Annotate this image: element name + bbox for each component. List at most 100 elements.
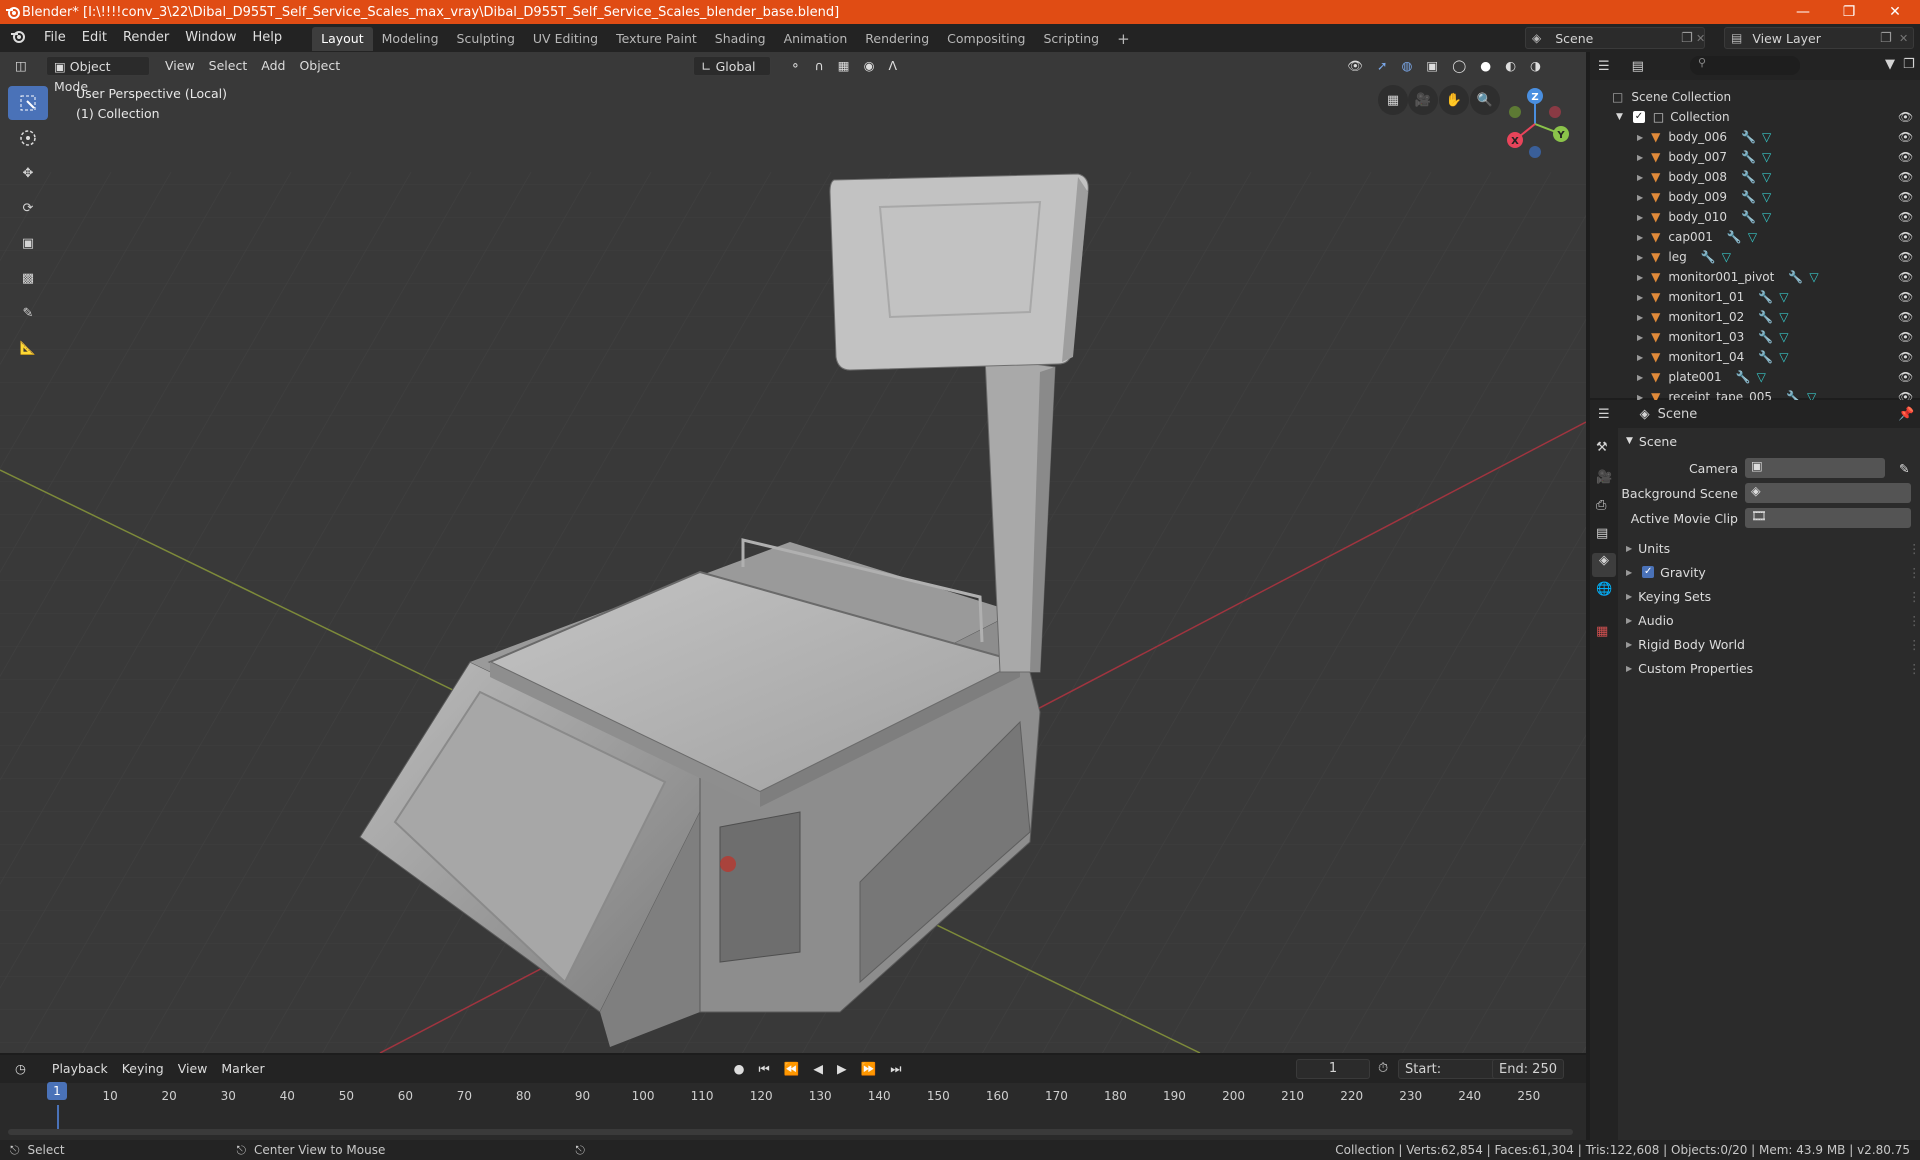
new-scene-icon[interactable]: ❐ [1681,31,1693,46]
mode-dropdown[interactable]: ▣ Object Mode [46,56,150,94]
menu-edit[interactable]: Edit [74,24,115,52]
gravity-checkbox[interactable]: ✓ [1642,566,1655,578]
delete-scene-icon[interactable]: ✕ [1696,32,1705,45]
wireframe-shading-icon[interactable]: ◯ [1445,56,1473,76]
material-shading-icon[interactable]: ◐ [1498,56,1523,76]
expand-icon[interactable]: ▶ [1637,193,1643,202]
background-scene-field[interactable]: ◈ [1745,483,1911,503]
current-frame-field[interactable]: 1 [1296,1059,1370,1079]
outliner-object-row[interactable]: ▶ ▼ body_006 🔧 ▽ 👁 [1590,127,1920,147]
expand-icon[interactable]: ▶ [1637,333,1643,342]
modifier-icon[interactable]: 🔧 [1758,350,1773,364]
tab-scripting[interactable]: Scripting [1035,27,1109,51]
play-reverse-icon[interactable]: ◀ [806,1059,830,1079]
mesh-data-icon[interactable]: ▽ [1762,170,1771,184]
pivot-point-icon[interactable]: ⚬ [783,56,807,76]
eye-icon[interactable]: 👁 [1898,350,1913,364]
mesh-data-icon[interactable]: ▽ [1762,150,1771,164]
delete-view-layer-icon[interactable]: ✕ [1899,32,1908,45]
timeline-menu-playback[interactable]: Playback [45,1059,115,1079]
pan-view-icon[interactable]: ✋ [1439,85,1469,115]
expand-icon[interactable]: ▶ [1637,313,1643,322]
expand-icon[interactable]: ▶ [1637,133,1643,142]
expand-icon[interactable]: ▶ [1637,153,1643,162]
overlay-toggle-icon[interactable]: ◍ [1394,56,1419,76]
solid-shading-icon[interactable]: ● [1473,56,1498,76]
eye-icon[interactable]: 👁 [1898,370,1913,384]
outliner-object-row[interactable]: ▶ ▼ monitor1_03 🔧 ▽ 👁 [1590,327,1920,347]
falloff-icon[interactable]: Λ [882,56,905,76]
outliner-object-row[interactable]: ▶ ▼ cap001 🔧 ▽ 👁 [1590,227,1920,247]
outliner-object-row[interactable]: ▶ ▼ monitor1_04 🔧 ▽ 👁 [1590,347,1920,367]
close-window-button[interactable]: ✕ [1872,0,1918,24]
outliner-object-row[interactable]: ▶ ▼ monitor1_02 🔧 ▽ 👁 [1590,307,1920,327]
world-tab-icon[interactable]: 🌐 [1596,582,1612,597]
viewport-menu-object[interactable]: Object [292,56,347,76]
timeline-menu-keying[interactable]: Keying [115,1059,171,1079]
tab-uv-editing[interactable]: UV Editing [524,27,607,51]
measure-tool-icon[interactable]: 📐 [8,331,48,365]
camera-view-icon[interactable]: 🎥 [1408,85,1438,115]
grid-view-icon[interactable]: ▦ [1378,85,1408,115]
viewport-menu-view[interactable]: View [158,56,202,76]
scale-tool-icon[interactable]: ▣ [8,226,48,260]
drag-handle-icon[interactable]: ⋮ [1908,637,1920,652]
annotate-tool-icon[interactable]: ✎ [8,296,48,330]
menu-help[interactable]: Help [245,24,291,52]
tool-tab-icon[interactable]: ⚒ [1596,440,1608,455]
view-layer-selector[interactable]: ▤ View Layer ❐ ✕ [1724,27,1914,49]
output-tab-icon[interactable]: ⎙ [1596,498,1606,513]
panel-units[interactable]: ▶ Units ⋮ [1618,536,1920,560]
expand-icon[interactable]: ▶ [1637,213,1643,222]
panel-audio[interactable]: ▶ Audio ⋮ [1618,608,1920,632]
xray-icon[interactable]: ▣ [1419,56,1445,76]
eyedropper-icon[interactable]: ✎ [1899,461,1909,476]
expand-icon[interactable]: ▶ [1637,293,1643,302]
editor-type-icon[interactable]: ◫ [8,56,36,76]
render-tab-icon[interactable]: 🎥 [1596,470,1612,485]
gizmo-toggle-icon[interactable]: ➚ [1370,56,1394,76]
mesh-data-icon[interactable]: ▽ [1779,330,1788,344]
timeline-menu-view[interactable]: View [171,1059,215,1079]
modifier-icon[interactable]: 🔧 [1741,170,1756,184]
filter-icon[interactable]: ▼ [1885,57,1895,72]
tab-shading[interactable]: Shading [706,27,775,51]
blender-menu-icon[interactable] [10,28,25,48]
mesh-data-icon[interactable]: ▽ [1779,310,1788,324]
stopwatch-icon[interactable]: ⏱ [1378,1061,1388,1076]
view-layer-tab-icon[interactable]: ▤ [1596,526,1608,541]
eye-icon[interactable]: 👁 [1898,150,1913,164]
visibility-icon[interactable]: 👁 [1340,56,1370,76]
rotate-tool-icon[interactable]: ⟳ [8,191,48,225]
tab-compositing[interactable]: Compositing [938,27,1034,51]
proportional-edit-icon[interactable]: ◉ [857,56,882,76]
prev-keyframe-icon[interactable]: ⏪ [777,1059,807,1079]
eye-icon[interactable]: 👁 [1898,250,1913,264]
expand-icon[interactable]: ▶ [1637,233,1643,242]
eye-icon[interactable]: 👁 [1898,310,1913,324]
modifier-icon[interactable]: 🔧 [1701,250,1716,264]
outliner-object-row[interactable]: ▶ ▼ body_008 🔧 ▽ 👁 [1590,167,1920,187]
menu-file[interactable]: File [36,24,74,52]
active-movie-clip-field[interactable]: 🎞 [1745,508,1911,528]
outliner-object-row[interactable]: ▶ ▼ body_010 🔧 ▽ 👁 [1590,207,1920,227]
scene-selector[interactable]: ◈ Scene ❐ ✕ [1525,27,1705,49]
expand-icon[interactable]: ▶ [1637,353,1643,362]
outliner-object-row[interactable]: ▶ ▼ body_009 🔧 ▽ 👁 [1590,187,1920,207]
camera-field[interactable]: ▣ [1745,458,1885,478]
eye-icon[interactable]: 👁 [1898,190,1913,204]
mesh-data-icon[interactable]: ▽ [1722,250,1731,264]
modifier-icon[interactable]: 🔧 [1741,150,1756,164]
outliner-object-row[interactable]: ▶ ▼ body_007 🔧 ▽ 👁 [1590,147,1920,167]
orientation-dropdown[interactable]: ∟ Global [693,56,772,76]
3d-viewport[interactable]: ◫ ▣ Object Mode View Select Add Object ∟… [0,52,1586,1053]
tab-texture-paint[interactable]: Texture Paint [607,27,706,51]
outliner-editor-icon[interactable]: ☰ [1598,59,1610,74]
modifier-icon[interactable]: 🔧 [1736,370,1751,384]
snap-icon[interactable]: ∩ [808,56,831,76]
drag-handle-icon[interactable]: ⋮ [1908,613,1920,628]
new-view-layer-icon[interactable]: ❐ [1880,31,1892,46]
select-box-tool-icon[interactable] [8,86,48,120]
eye-icon[interactable]: 👁 [1898,110,1913,124]
eye-icon[interactable]: 👁 [1898,230,1913,244]
